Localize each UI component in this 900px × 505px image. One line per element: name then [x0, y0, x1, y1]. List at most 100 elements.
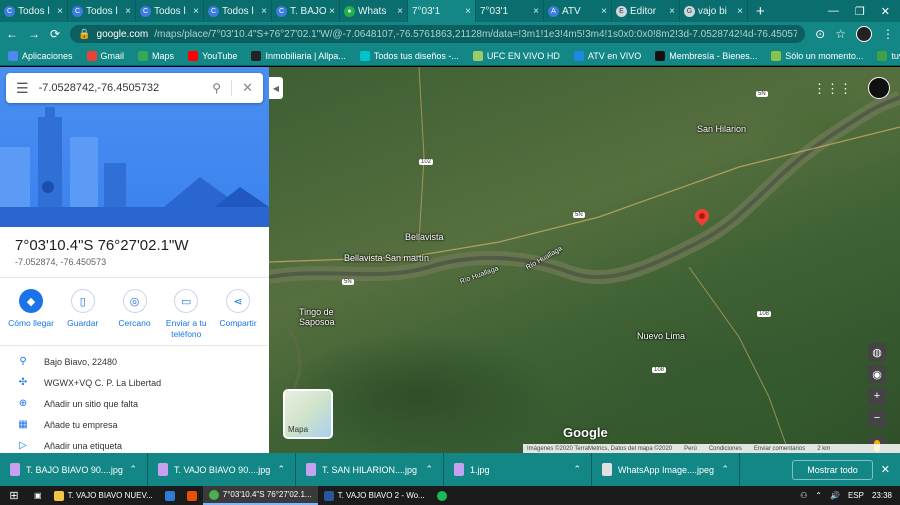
collapse-panel-button[interactable]: ◀: [269, 77, 283, 99]
bookmark-item[interactable]: Todos tus diseños -...: [359, 50, 459, 61]
bookmark-item[interactable]: tuvivienda.pe: [877, 50, 900, 61]
satellite-map[interactable]: 5N 102 5N 5N 108 108 San Hilarion Bellav…: [269, 67, 900, 453]
bookmark-item[interactable]: ATV en VIVO: [573, 50, 641, 61]
browser-tab-active[interactable]: ●7°03'1×: [269, 0, 476, 78]
add-label-row[interactable]: ▷ Añadir una etiqueta: [0, 435, 269, 453]
directions-button[interactable]: ◆ Cómo llegar: [6, 289, 56, 340]
send-to-phone-button[interactable]: ▭ Enviar a tu teléfono: [161, 289, 211, 340]
bookmark-item[interactable]: Membresía - Bienes...: [655, 50, 757, 61]
forward-icon[interactable]: →: [28, 27, 40, 41]
profile-avatar[interactable]: [856, 26, 872, 42]
taskbar-item-chrome[interactable]: 7°03'10.4"S 76°27'02.1...: [202, 486, 318, 505]
map-layer-toggle[interactable]: Mapa: [283, 389, 333, 439]
photoshop-icon[interactable]: [181, 486, 203, 505]
download-item[interactable]: WhatsApp Image....jpeg ⌃: [592, 453, 740, 486]
chevron-up-icon[interactable]: ⌃: [277, 464, 285, 475]
taskbar-item-word[interactable]: T. VAJO BIAVO 2 - Wo...: [318, 486, 431, 505]
download-item[interactable]: 1.jpg ⌃: [444, 453, 592, 486]
url-field[interactable]: 🔒 google.com/maps/place/7°03'10.4"S+76°2…: [70, 25, 806, 43]
menu-icon[interactable]: ☰: [16, 80, 29, 97]
bookmark-item[interactable]: Inmobiliaria | Allpa...: [251, 50, 346, 61]
bookmark-item[interactable]: Aplicaciones: [8, 50, 73, 61]
mail-icon[interactable]: [159, 486, 181, 505]
close-tab-icon[interactable]: ×: [465, 6, 471, 17]
browser-tab[interactable]: C T. BAJO ×: [272, 0, 340, 22]
close-window-icon[interactable]: ✕: [881, 5, 890, 18]
chevron-up-icon[interactable]: ⌃: [129, 464, 137, 475]
add-business-row[interactable]: ▦ Añade tu empresa: [0, 414, 269, 435]
close-tab-icon[interactable]: ×: [533, 6, 539, 17]
nearby-button[interactable]: ◎ Cercano: [110, 289, 160, 340]
browser-tab[interactable]: C Todos l ×: [136, 0, 204, 22]
clock[interactable]: 23:38: [872, 491, 892, 500]
chevron-up-icon[interactable]: ⌃: [721, 464, 729, 475]
user-avatar[interactable]: [868, 77, 890, 99]
share-button[interactable]: ⋖ Compartir: [213, 289, 263, 340]
back-icon[interactable]: ←: [6, 27, 18, 41]
windows-start-icon[interactable]: ⊞: [0, 489, 28, 502]
chevron-up-icon[interactable]: ⌃: [573, 464, 581, 475]
spotify-icon[interactable]: [431, 486, 453, 505]
browser-tab[interactable]: E Editor ×: [612, 0, 680, 22]
browser-tab[interactable]: A ATV ×: [544, 0, 612, 22]
add-place-row[interactable]: ⊕ Añadir un sitio que falta: [0, 393, 269, 414]
close-tab-icon[interactable]: ×: [737, 6, 743, 17]
my-location-icon[interactable]: ◉: [868, 365, 886, 383]
download-item[interactable]: T. VAJO BIAVO 90....jpg ⌃: [148, 453, 296, 486]
bookmark-item[interactable]: YouTube: [188, 50, 237, 61]
bookmark-item[interactable]: Gmail: [86, 50, 124, 61]
browser-tab[interactable]: C Todos l ×: [0, 0, 68, 22]
bookmark-item[interactable]: UFC EN VIVO HD: [472, 50, 560, 61]
search-icon[interactable]: ⚲: [212, 81, 221, 95]
close-tab-icon[interactable]: ×: [669, 6, 675, 17]
close-tab-icon[interactable]: ×: [329, 6, 335, 17]
close-tab-icon[interactable]: ×: [261, 6, 267, 17]
keyboard-language[interactable]: ESP: [848, 491, 864, 500]
browser-tab[interactable]: Gvajo bi ×: [680, 0, 748, 22]
bookmark-item[interactable]: Maps: [138, 50, 174, 61]
location-icon[interactable]: ⊙: [815, 27, 825, 41]
zoom-in-button[interactable]: +: [868, 387, 886, 405]
browser-tab[interactable]: ● Whats ×: [340, 0, 408, 22]
star-icon[interactable]: ☆: [835, 27, 846, 41]
close-tab-icon[interactable]: ×: [193, 6, 199, 17]
save-button[interactable]: ▯ Guardar: [58, 289, 108, 340]
place-label-nuevo-lima[interactable]: Nuevo Lima: [637, 331, 685, 341]
place-label-san-hilarion[interactable]: San Hilarion: [697, 124, 746, 134]
taskbar-item[interactable]: T. VAJO BIAVO NUEV...: [48, 486, 159, 505]
bookmark-item[interactable]: Sólo un momento...: [771, 50, 863, 61]
place-label-bellavista-san-martin[interactable]: Bellavista San martín: [344, 253, 429, 263]
place-label-bellavista[interactable]: Bellavista: [405, 232, 444, 242]
new-tab-icon[interactable]: +: [748, 3, 773, 20]
minimize-icon[interactable]: —: [828, 5, 839, 18]
download-item[interactable]: T. BAJO BIAVO 90....jpg ⌃: [0, 453, 148, 486]
c-icon: C: [208, 5, 219, 17]
zoom-out-button[interactable]: −: [868, 409, 886, 427]
close-tab-icon[interactable]: ×: [125, 6, 131, 17]
pluscode-row[interactable]: ✣ WGWX+VQ C. P. La Libertad: [0, 372, 269, 393]
volume-icon[interactable]: 🔊: [830, 491, 840, 500]
restore-icon[interactable]: ❐: [855, 5, 865, 18]
browser-tab[interactable]: C Todos l ×: [68, 0, 136, 22]
browser-tab[interactable]: C Todos l ×: [204, 0, 272, 22]
apps-grid-icon[interactable]: ⋮⋮⋮: [813, 81, 852, 97]
close-tab-icon[interactable]: ×: [57, 6, 63, 17]
place-label-tingo[interactable]: Tingo de Saposoa: [299, 307, 339, 327]
reload-icon[interactable]: ⟳: [50, 27, 60, 41]
show-all-button[interactable]: Mostrar todo: [792, 459, 873, 480]
chevron-up-icon[interactable]: ⌃: [815, 491, 822, 500]
address-row[interactable]: ⚲ Bajo Biavo, 22480: [0, 351, 269, 372]
globe-icon[interactable]: ◍: [868, 343, 886, 361]
menu-icon[interactable]: ⋮: [882, 27, 894, 41]
close-icon[interactable]: ✕: [881, 463, 890, 476]
close-tab-icon[interactable]: ×: [397, 6, 403, 17]
editor-icon: E: [616, 5, 627, 17]
close-icon[interactable]: ✕: [231, 80, 253, 96]
people-icon[interactable]: ⚇: [800, 491, 807, 500]
browser-tab[interactable]: ●7°03'1×: [269, 0, 544, 78]
task-view-icon[interactable]: ▣: [28, 486, 48, 505]
close-tab-icon[interactable]: ×: [601, 6, 607, 17]
chevron-up-icon[interactable]: ⌃: [425, 464, 433, 475]
search-input[interactable]: [38, 82, 203, 94]
download-item[interactable]: T. SAN HILARION....jpg ⌃: [296, 453, 444, 486]
